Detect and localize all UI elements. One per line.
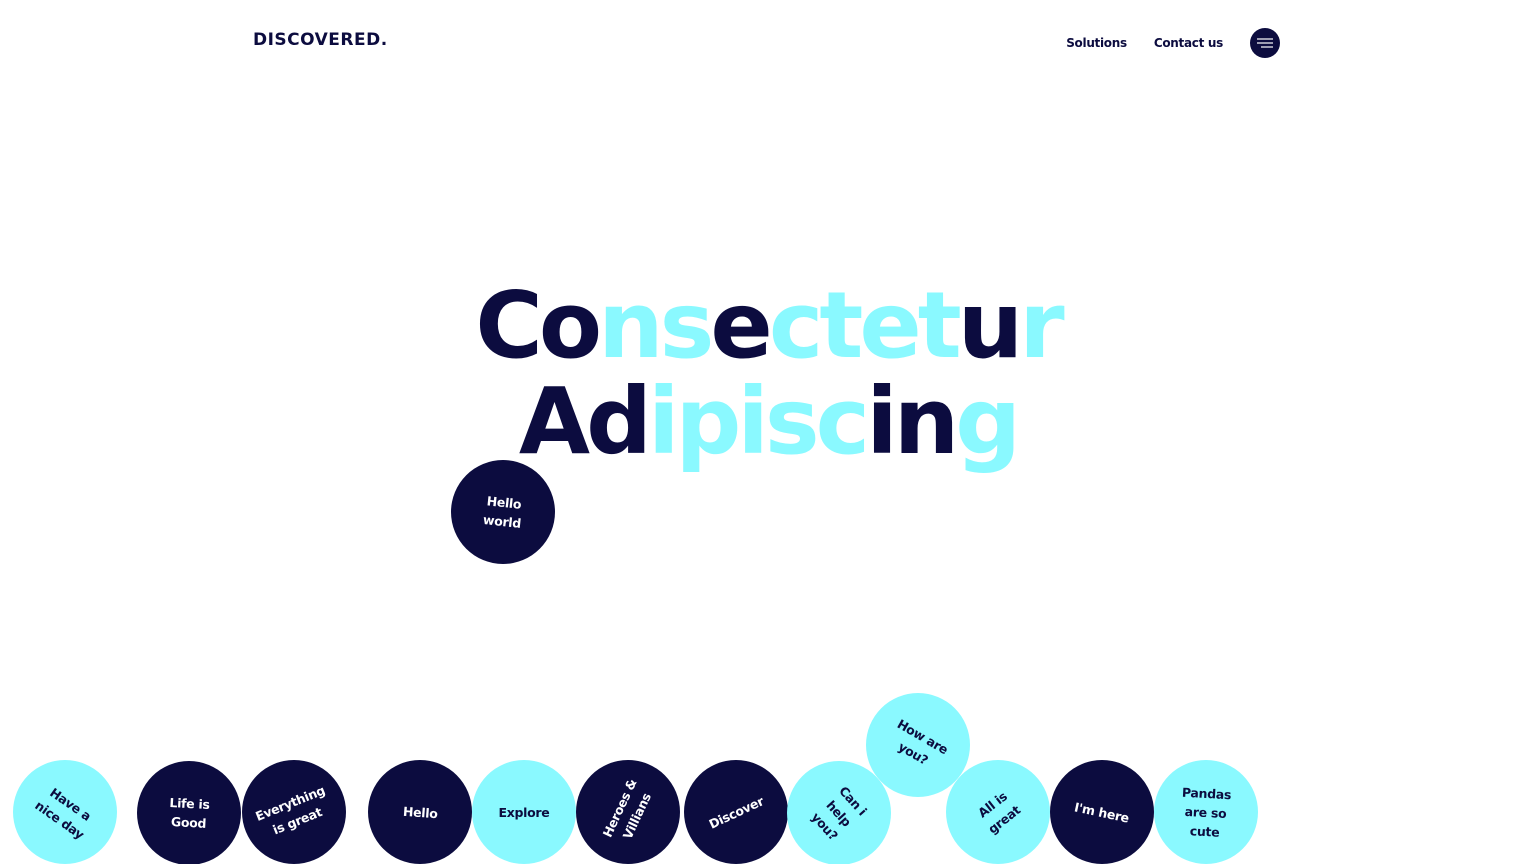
hero-letter: i — [647, 368, 679, 475]
bubble-all-is-great[interactable]: All is great — [946, 760, 1050, 864]
bubble-label: Pandas are so cute — [1182, 784, 1232, 840]
bubble-label: All is great — [974, 788, 1023, 837]
bubble-pandas-are-so-cute[interactable]: Pandas are so cute — [1154, 760, 1258, 864]
hero-letter: r — [1019, 272, 1064, 379]
hero-line-1: Consectetur — [0, 278, 1536, 374]
bubble-hello[interactable]: Hello — [368, 760, 472, 864]
hero-heading: Consectetur Adipiscing — [0, 278, 1536, 470]
hero-letter: s — [659, 272, 715, 379]
bubble-label: I'm here — [1073, 798, 1131, 826]
bubble-discover[interactable]: Discover — [684, 760, 788, 864]
hero-letter: n — [598, 272, 663, 379]
bubble-label: Discover — [706, 792, 766, 832]
bubble-life-is-good[interactable]: Life is Good — [137, 761, 241, 864]
page: DISCOVERED. Solutions Contact us Consect… — [0, 0, 1536, 864]
bubble-label: Heroes & Villians — [599, 776, 654, 842]
hero-letter: c — [815, 368, 871, 475]
hero-letter: i — [866, 368, 897, 475]
bubble-label: Hello world — [482, 493, 522, 531]
bubble-hello-world[interactable]: Hello world — [451, 460, 555, 564]
bubble-label: Explore — [498, 804, 550, 820]
bubble-label: Hello — [402, 803, 438, 821]
bubble-label: Everything is great — [253, 782, 328, 838]
bubble-heroes-villians[interactable]: Heroes & Villians — [576, 760, 680, 864]
bubble-can-i-help-you[interactable]: Can i help you? — [787, 761, 891, 864]
hero-letter: d — [586, 368, 652, 475]
hero-letter: t — [917, 272, 962, 379]
hero-letter: g — [955, 368, 1021, 475]
menu-button[interactable] — [1250, 28, 1280, 58]
hero-letter: A — [518, 368, 590, 475]
hero-letter: n — [893, 368, 959, 475]
hero-letter: i — [737, 368, 768, 475]
hamburger-menu-icon — [1257, 38, 1273, 48]
hero-line-2: Adipiscing — [0, 374, 1536, 470]
bubble-label: Life is Good — [169, 794, 210, 831]
nav-link-solutions[interactable]: Solutions — [1066, 36, 1127, 50]
bubble-have-a-nice-day[interactable]: Have a nice day — [13, 760, 117, 864]
hero-letter: t — [819, 272, 863, 379]
bubble-label: Can i help you? — [808, 782, 870, 843]
bubble-label: Have a nice day — [32, 784, 94, 843]
hero-letter: s — [764, 368, 820, 475]
bubble-label: How are you? — [894, 716, 951, 768]
hero-letter: e — [710, 272, 772, 379]
hero-letter: e — [859, 272, 921, 379]
hero-letter: p — [675, 368, 741, 475]
hero-letter: c — [768, 272, 824, 379]
bubble-im-here[interactable]: I'm here — [1050, 760, 1154, 864]
hero-letter: C — [475, 272, 543, 379]
hero-letter: o — [538, 272, 602, 379]
bubble-everything-is-great[interactable]: Everything is great — [242, 760, 346, 864]
hero-letter: u — [957, 272, 1023, 379]
bubble-explore[interactable]: Explore — [472, 760, 576, 864]
nav-link-contact-us[interactable]: Contact us — [1154, 36, 1223, 50]
top-nav: Solutions Contact us — [1066, 28, 1280, 58]
logo[interactable]: DISCOVERED. — [253, 30, 388, 50]
